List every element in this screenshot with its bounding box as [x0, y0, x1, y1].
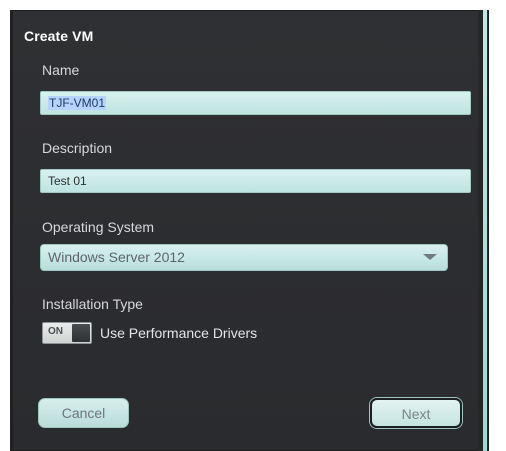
accent-rail	[483, 10, 487, 451]
toggle-knob	[72, 324, 90, 342]
name-field[interactable]: TJF-VM01	[40, 91, 471, 115]
toggle-state-text: ON	[48, 326, 63, 337]
operating-system-value: Windows Server 2012	[48, 249, 185, 265]
cancel-button[interactable]: Cancel	[38, 398, 129, 428]
installation-type-label: Installation Type	[42, 296, 143, 312]
performance-drivers-toggle[interactable]: ON	[42, 322, 92, 344]
performance-drivers-label: Use Performance Drivers	[100, 325, 258, 341]
next-button[interactable]: Next	[370, 398, 462, 428]
name-label: Name	[42, 62, 80, 78]
name-field-value: TJF-VM01	[48, 96, 107, 110]
dialog-title: Create VM	[24, 28, 94, 44]
operating-system-label: Operating System	[42, 219, 155, 235]
description-label: Description	[42, 140, 113, 156]
chevron-down-icon	[423, 254, 437, 260]
operating-system-select[interactable]: Windows Server 2012	[40, 244, 448, 271]
description-field[interactable]: Test 01	[40, 169, 471, 193]
